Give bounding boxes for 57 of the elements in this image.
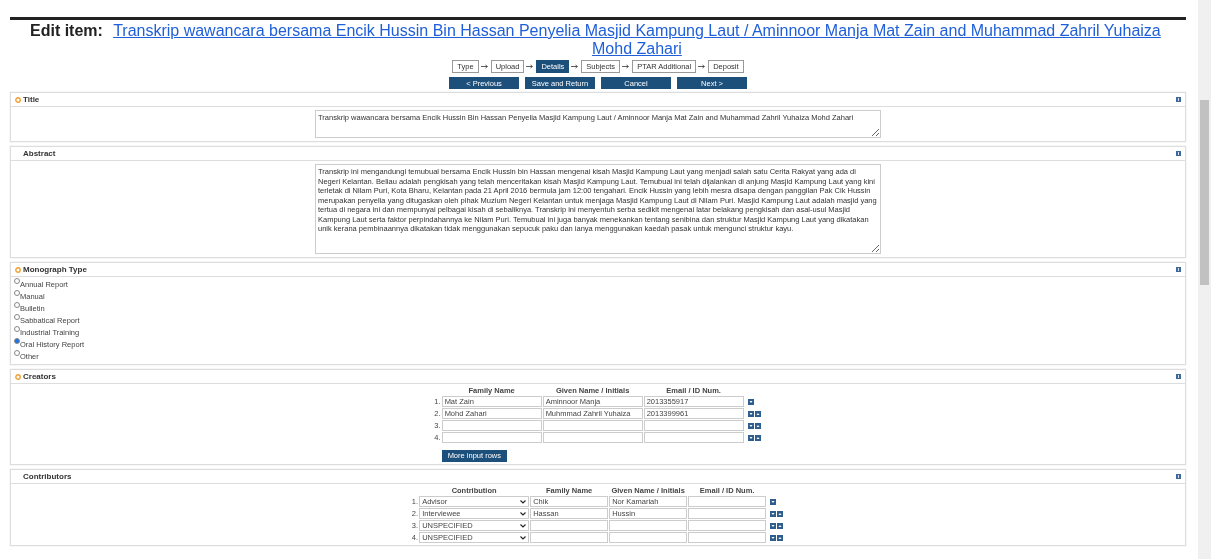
name-field[interactable] — [542, 432, 643, 443]
required-icon — [15, 266, 21, 273]
move-up-icon[interactable] — [777, 510, 784, 517]
item-link[interactable]: Transkrip wawancara bersama Encik Hussin Bin Hassan Penyelia Masjid Kampung Laut / Aminnoor Manja Mat Zain and Muhammad Zahril Yuhaiza Mohd Zahari — [107, 22, 1166, 58]
move-up-icon[interactable] — [754, 410, 761, 417]
arrow-icon — [480, 64, 489, 69]
arrow-icon — [571, 64, 580, 69]
name-field[interactable] — [688, 520, 767, 531]
scroll-thumb[interactable] — [1200, 100, 1209, 285]
name-field[interactable] — [643, 420, 744, 431]
move-down-icon[interactable] — [747, 398, 754, 405]
radio-button[interactable] — [14, 278, 20, 284]
move-down-icon[interactable] — [770, 522, 777, 529]
name-field[interactable] — [609, 520, 688, 531]
move-down-icon[interactable] — [747, 410, 754, 417]
help-icon[interactable] — [1176, 267, 1181, 272]
section-title: Contributors — [23, 472, 73, 481]
name-field[interactable] — [609, 532, 688, 543]
name-field[interactable] — [643, 432, 744, 443]
radio-button[interactable] — [14, 338, 20, 344]
move-up-icon[interactable] — [754, 422, 761, 429]
name-field[interactable] — [530, 532, 609, 543]
name-field[interactable] — [688, 508, 767, 519]
scrollbar[interactable] — [1198, 0, 1211, 559]
radio-button[interactable] — [14, 326, 20, 332]
arrow-icon — [526, 64, 535, 69]
help-icon[interactable] — [1176, 151, 1181, 156]
name-field[interactable] — [441, 420, 542, 431]
required-icon — [15, 373, 21, 380]
section-title: Title — [23, 95, 41, 104]
radio-button[interactable] — [14, 314, 20, 320]
radio-button[interactable] — [14, 290, 20, 296]
required-icon — [15, 96, 21, 103]
section-title: Creators — [23, 372, 57, 381]
name-field[interactable] — [441, 432, 542, 443]
name-field[interactable] — [688, 532, 767, 543]
page-heading: Edit item: — [30, 22, 103, 41]
radio-button[interactable] — [14, 302, 20, 308]
help-icon[interactable] — [1176, 97, 1181, 102]
move-down-icon[interactable] — [770, 534, 777, 541]
move-down-icon[interactable] — [747, 422, 754, 429]
move-up-icon[interactable] — [777, 534, 784, 541]
help-icon[interactable] — [1176, 374, 1181, 379]
arrow-icon — [698, 64, 707, 69]
help-icon[interactable] — [1176, 474, 1181, 479]
name-field[interactable] — [688, 496, 767, 507]
section-title: Abstract — [23, 149, 57, 158]
move-down-icon[interactable] — [770, 510, 777, 517]
arrow-icon — [622, 64, 631, 69]
move-up-icon[interactable] — [777, 522, 784, 529]
move-down-icon[interactable] — [747, 434, 754, 441]
section-title: Monograph Type — [23, 265, 88, 274]
name-field[interactable] — [542, 420, 643, 431]
move-up-icon[interactable] — [754, 434, 761, 441]
name-field[interactable] — [530, 520, 609, 531]
move-down-icon[interactable] — [770, 498, 777, 505]
radio-button[interactable] — [14, 350, 20, 356]
